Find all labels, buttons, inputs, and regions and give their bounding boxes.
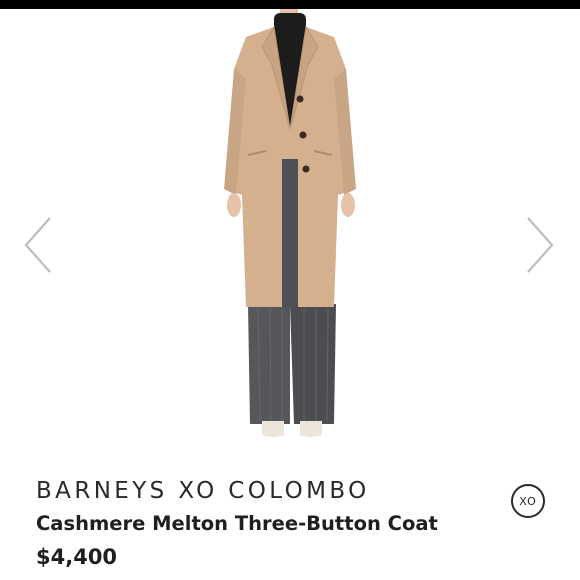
brand-name[interactable]: BARNEYS XO COLOMBO: [36, 478, 370, 504]
carousel-prev-button[interactable]: [20, 216, 60, 274]
carousel-next-button[interactable]: [518, 216, 558, 274]
product-photo: [224, 9, 356, 437]
product-image-carousel[interactable]: [0, 9, 580, 459]
chevron-left-icon: [24, 217, 51, 273]
product-price: $4,400: [36, 545, 118, 569]
product-title[interactable]: Cashmere Melton Three-Button Coat: [36, 512, 438, 535]
xo-badge[interactable]: XO: [511, 484, 545, 518]
top-status-bar: [0, 0, 580, 9]
chevron-right-icon: [527, 217, 554, 273]
